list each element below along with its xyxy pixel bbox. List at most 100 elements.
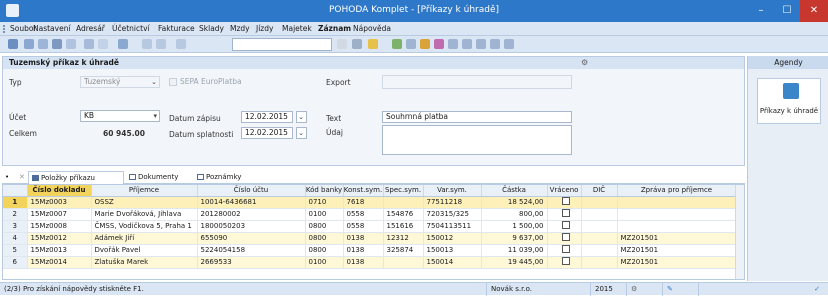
print-icon[interactable] [84,39,94,49]
menu-jizdy[interactable]: Jízdy [256,23,273,35]
col-cislo-uctu[interactable]: Číslo účtu [197,185,306,197]
col-dic[interactable]: DIČ [581,185,618,197]
menu-adresar[interactable]: Adresář [76,23,105,35]
delete-icon[interactable] [66,39,76,49]
text-label: Text [326,114,342,123]
col-konst-sym[interactable]: Konst.sym. [343,185,384,197]
report-icon[interactable] [476,39,486,49]
filter-dropdown-icon[interactable] [337,39,347,49]
table-row[interactable]: 6 15Mz0014 Zlatuška Marek 2669533 0100 0… [3,256,737,269]
datum-splatnosti-field[interactable]: 12.02.2015 [241,127,293,139]
col-vraceno[interactable]: Vráceno [547,185,582,197]
vraceno-checkbox[interactable] [561,221,570,229]
chevron-down-icon: ⌄ [151,78,157,86]
table-icon[interactable] [448,39,458,49]
col-zprava[interactable]: Zpráva pro příjemce [617,185,737,197]
table-row[interactable]: 2 15Mz0007 Marie Dvořáková, Jihlava 2012… [3,208,737,221]
vraceno-checkbox[interactable] [561,209,570,217]
calendar-button[interactable]: ⌄ [296,111,307,123]
tab-dokumenty[interactable]: Dokumenty [126,171,192,184]
cell-castka: 1 500,00 [481,220,548,233]
col-kod-banky[interactable]: Kód banky [305,185,344,197]
udaj-field[interactable] [382,125,572,155]
nav-prev-icon[interactable] [118,39,128,49]
col-cislo-dokladu[interactable]: Číslo dokladu [27,185,92,197]
minimize-button[interactable]: – [748,0,774,22]
vraceno-checkbox[interactable] [561,233,570,241]
tools-icon[interactable] [504,39,514,49]
tab-poznamky-label: Poznámky [206,173,242,181]
datum-zapisu-field[interactable]: 12.02.2015 [241,111,293,123]
chevron-down-icon: ⌄ [298,113,304,121]
grid-scrollbar[interactable] [735,185,744,279]
close-button[interactable]: ✕ [800,0,828,22]
table-row[interactable]: 5 15Mz0013 Dvořák Pavel 5224054158 0800 … [3,244,737,257]
cell-var-sym: 150012 [423,232,482,245]
col-prijemce[interactable]: Příjemce [91,185,198,197]
tab-polozky[interactable]: Položky příkazu [28,171,124,184]
menu-zaznam[interactable]: Záznam [318,23,351,35]
pen-icon[interactable]: ✎ [662,283,698,296]
paste-icon[interactable] [38,39,48,49]
menu-bar: Soubor Nastavení Adresář Účetnictví Fakt… [0,22,828,36]
agenda-tile-prikazy[interactable]: Příkazy k úhradě [757,78,821,124]
tab-poznamky[interactable]: Poznámky [194,171,252,184]
text-field[interactable]: Souhrnná platba [382,111,572,123]
copy-icon[interactable] [24,39,34,49]
pin-icon[interactable]: ✕ [16,171,26,184]
scissors-icon[interactable] [352,39,362,49]
cell-var-sym: 150014 [423,256,482,269]
refresh-icon[interactable] [392,39,402,49]
col-index[interactable] [3,185,28,197]
cell-zprava [617,208,737,221]
maximize-button[interactable]: ☐ [774,0,800,22]
menu-majetek[interactable]: Majetek [282,23,312,35]
tab-polozky-label: Položky příkazu [41,174,95,182]
export-field[interactable] [382,75,572,89]
chart-icon[interactable] [434,39,444,49]
table-row[interactable]: 1 15Mz0003 OSSZ 10014-6436681 0710 7618 … [3,196,737,209]
cell-konst-sym: 0138 [343,232,384,245]
table-row[interactable]: 3 15Mz0008 ČMSS, Vodičkova 5, Praha 1 18… [3,220,737,233]
cell-dic [581,220,618,233]
cancel-icon[interactable] [156,39,166,49]
table-row[interactable]: 4 15Mz0012 Adámek Jiří 655090 0800 0138 … [3,232,737,245]
cell-zprava: MZ201501 [617,232,737,245]
grid-icon[interactable] [406,39,416,49]
menu-ucetnictvi[interactable]: Účetnictví [112,23,150,35]
typ-select[interactable]: Tuzemský ⌄ [80,76,160,88]
toolbar-search-field[interactable] [232,38,332,51]
menu-mzdy[interactable]: Mzdy [230,23,250,35]
col-castka[interactable]: Částka [481,185,548,197]
export-icon[interactable] [490,39,500,49]
new-record-icon[interactable] [8,39,18,49]
vraceno-checkbox[interactable] [561,245,570,253]
cell-spec-sym [383,196,424,209]
col-var-sym[interactable]: Var.sym. [423,185,482,197]
form-icon[interactable] [176,39,186,49]
menu-napoveda[interactable]: Nápověda [353,23,391,35]
ucet-select[interactable]: KB ▾ [80,110,160,122]
cell-konst-sym: 0558 [343,220,384,233]
cell-castka: 9 637,00 [481,232,548,245]
sepa-checkbox[interactable] [169,78,177,86]
vraceno-checkbox[interactable] [561,197,570,205]
save-icon[interactable] [142,39,152,49]
status-year: 2015 [590,283,626,296]
cell-castka: 18 524,00 [481,196,548,209]
cell-cislo-dokladu: 15Mz0008 [27,220,92,233]
lock-icon[interactable] [420,39,430,49]
calendar-button[interactable]: ⌄ [296,127,307,139]
check-icon[interactable] [98,39,108,49]
col-spec-sym[interactable]: Spec.sym. [383,185,424,197]
edit-icon[interactable] [52,39,62,49]
list-icon[interactable] [462,39,472,49]
folder-icon[interactable] [368,39,378,49]
menu-fakturace[interactable]: Fakturace [158,23,195,35]
menu-sklady[interactable]: Sklady [199,23,224,35]
vraceno-checkbox[interactable] [561,257,570,265]
settings-icon[interactable]: ⚙ [581,58,591,68]
settings-icon[interactable]: ⚙ [626,283,662,296]
menu-nastaveni[interactable]: Nastavení [33,23,71,35]
ok-icon: ✓ [698,283,828,296]
